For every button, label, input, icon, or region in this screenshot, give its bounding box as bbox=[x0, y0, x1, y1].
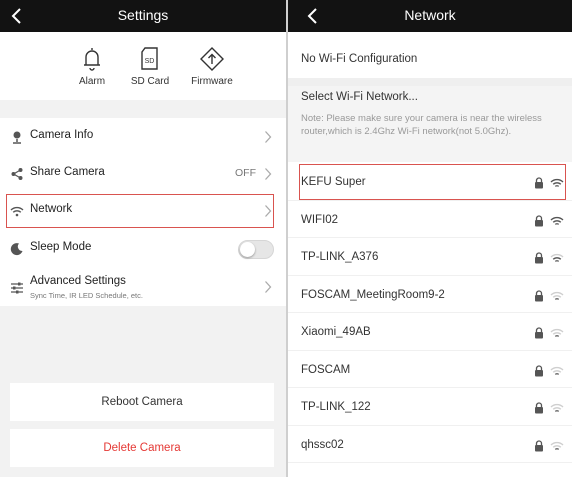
alarm-button[interactable]: Alarm bbox=[62, 46, 122, 87]
wifi-icon bbox=[10, 206, 24, 217]
sd-card-icon: SD bbox=[141, 47, 158, 70]
wifi-network-row[interactable]: TP-LINK_A376 bbox=[288, 238, 572, 276]
page-title: Settings bbox=[117, 7, 169, 23]
lock-icon bbox=[534, 176, 544, 189]
wifi-network-name: TP-LINK_A376 bbox=[301, 251, 379, 263]
share-camera-label: Share Camera bbox=[30, 166, 105, 178]
wifi-signal-icon bbox=[550, 326, 564, 338]
share-icon bbox=[11, 168, 23, 180]
wifi-network-name: Xiaomi_49AB bbox=[301, 326, 371, 338]
section-separator bbox=[288, 78, 572, 86]
settings-panel: Settings Alarm SD SD Card Firmware Camer… bbox=[0, 0, 286, 477]
chevron-right-icon bbox=[265, 168, 272, 180]
advanced-settings-sub: Sync Time, IR LED Schedule, etc. bbox=[30, 291, 143, 300]
wifi-network-row[interactable]: FOSCAM_MeetingRoom9-2 bbox=[288, 275, 572, 313]
advanced-settings-row[interactable]: Advanced Settings Sync Time, IR LED Sche… bbox=[0, 268, 286, 306]
toggle-knob bbox=[240, 242, 255, 257]
network-header: Network bbox=[288, 0, 572, 32]
wifi-network-row[interactable]: FOSCAM bbox=[288, 350, 572, 388]
no-wifi-configuration[interactable]: No Wi-Fi Configuration bbox=[288, 42, 572, 78]
settings-list: Camera Info Share Camera OFF Network Sle… bbox=[0, 118, 286, 306]
firmware-icon bbox=[200, 47, 224, 71]
reboot-camera-button[interactable]: Reboot Camera bbox=[10, 383, 274, 421]
chevron-right-icon bbox=[265, 205, 272, 217]
wifi-network-row[interactable]: WIFI02 bbox=[288, 200, 572, 238]
sd-card-button[interactable]: SD SD Card bbox=[120, 46, 180, 87]
lock-icon bbox=[534, 439, 544, 451]
lock-icon bbox=[534, 364, 544, 376]
wifi-network-name: qhssc02 bbox=[301, 438, 344, 451]
network-label: Network bbox=[30, 203, 73, 215]
camera-info-icon bbox=[13, 131, 21, 144]
select-wifi-heading: Select Wi-Fi Network... bbox=[301, 91, 418, 103]
lock-icon bbox=[534, 251, 544, 264]
advanced-settings-label: Advanced Settings bbox=[30, 275, 126, 287]
sleep-mode-label: Sleep Mode bbox=[30, 241, 92, 253]
sliders-icon bbox=[11, 282, 23, 294]
wifi-signal-icon bbox=[550, 214, 564, 225]
sleep-mode-row: Sleep Mode bbox=[0, 230, 286, 268]
wifi-network-name: KEFU Super bbox=[301, 176, 366, 188]
wifi-network-name: TP-LINK_122 bbox=[301, 401, 371, 413]
sleep-moon-icon bbox=[10, 243, 23, 256]
wifi-network-name: FOSCAM_MeetingRoom9-2 bbox=[301, 288, 445, 301]
sd-card-label: SD Card bbox=[130, 76, 170, 87]
select-wifi-section: Select Wi-Fi Network... Note: Please mak… bbox=[288, 86, 572, 162]
bell-icon bbox=[84, 48, 100, 71]
network-row[interactable]: Network bbox=[0, 192, 286, 230]
share-camera-row[interactable]: Share Camera OFF bbox=[0, 155, 286, 193]
share-camera-value: OFF bbox=[235, 167, 256, 179]
page-title: Network bbox=[404, 7, 456, 23]
wifi-signal-icon bbox=[550, 439, 564, 450]
quick-actions: Alarm SD SD Card Firmware bbox=[0, 32, 286, 100]
delete-camera-button[interactable]: Delete Camera bbox=[10, 429, 274, 467]
chevron-right-icon bbox=[265, 131, 272, 143]
lock-icon bbox=[534, 326, 544, 339]
wifi-signal-icon bbox=[550, 289, 564, 300]
firmware-label: Firmware bbox=[191, 76, 233, 87]
wifi-signal-icon bbox=[550, 176, 564, 188]
network-panel: Network No Wi-Fi Configuration Select Wi… bbox=[288, 0, 572, 477]
wifi-network-row[interactable]: TP-LINK_122 bbox=[288, 388, 572, 426]
firmware-button[interactable]: Firmware bbox=[182, 46, 242, 87]
wifi-network-name: WIFI02 bbox=[301, 213, 339, 226]
wifi-signal-icon bbox=[550, 364, 564, 375]
wifi-note: Note: Please make sure your camera is ne… bbox=[301, 113, 542, 137]
camera-info-row[interactable]: Camera Info bbox=[0, 118, 286, 156]
no-wifi-label: No Wi-Fi Configuration bbox=[301, 53, 418, 65]
wifi-network-row[interactable]: KEFU Super bbox=[288, 163, 572, 201]
chevron-right-icon bbox=[265, 281, 272, 293]
sd-card-icon-text: SD bbox=[145, 58, 155, 65]
wifi-signal-icon bbox=[550, 401, 564, 413]
wifi-signal-icon bbox=[550, 251, 564, 263]
wifi-network-name: FOSCAM bbox=[301, 363, 351, 376]
alarm-label: Alarm bbox=[78, 76, 106, 87]
lock-icon bbox=[534, 401, 544, 414]
wifi-network-row[interactable]: qhssc02 bbox=[288, 425, 572, 463]
lock-icon bbox=[534, 214, 544, 226]
sleep-mode-toggle[interactable] bbox=[238, 240, 274, 259]
wifi-network-row[interactable]: Xiaomi_49AB bbox=[288, 313, 572, 351]
camera-info-label: Camera Info bbox=[30, 129, 94, 141]
lock-icon bbox=[534, 289, 544, 301]
settings-header: Settings bbox=[0, 0, 286, 32]
